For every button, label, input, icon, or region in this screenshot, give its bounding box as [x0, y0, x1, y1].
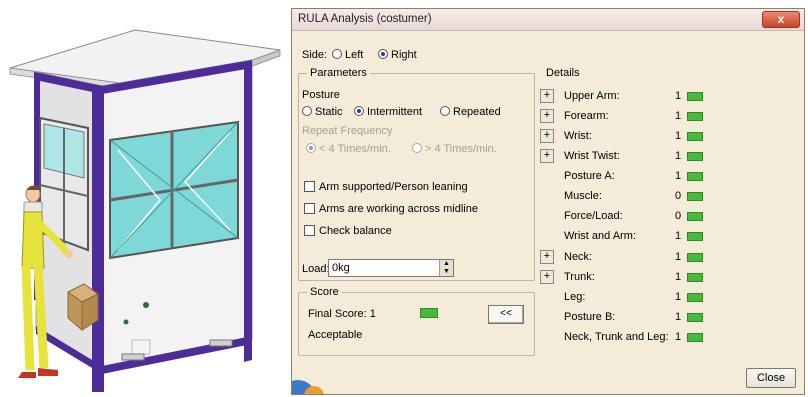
detail-value-neck-trunk-leg: 1 [675, 331, 682, 343]
checkbox-icon [304, 225, 315, 236]
radio-selected-icon [378, 49, 388, 59]
score-title: Score [307, 286, 342, 298]
parameters-group: Parameters [298, 67, 535, 281]
repeat-frequency-label: Repeat Frequency [302, 125, 393, 137]
detail-value-wrist-and-arm: 1 [675, 230, 682, 242]
detail-indicator-wrist-and-arm [687, 232, 703, 241]
check-balance-checkbox[interactable]: Check balance [304, 225, 392, 237]
collapse-details-button[interactable]: << [488, 305, 524, 324]
final-score-indicator [420, 308, 438, 318]
detail-value-wrist: 1 [675, 130, 682, 142]
detail-label-wrist: Wrist: [564, 130, 592, 142]
expand-wrist-button[interactable]: + [540, 129, 554, 143]
detail-label-neck: Neck: [564, 251, 593, 263]
posture-label: Posture [302, 89, 340, 101]
detail-indicator-muscle [687, 192, 703, 201]
detail-indicator-forearm [687, 112, 703, 121]
corner-decoration [292, 380, 324, 394]
detail-indicator-trunk [687, 273, 703, 282]
detail-label-upper-arm: Upper Arm: [564, 90, 620, 102]
side-left-radio[interactable]: Left [332, 49, 363, 61]
details-title: Details [543, 67, 583, 79]
detail-indicator-neck [687, 253, 703, 262]
score-verdict: Acceptable [308, 329, 363, 341]
dialog-title: RULA Analysis (costumer) [298, 13, 432, 25]
title-bar: RULA Analysis (costumer) x [292, 9, 804, 31]
detail-value-force-load: 0 [675, 210, 682, 222]
checkbox-icon [304, 181, 315, 192]
detail-label-force-load: Force/Load: [564, 210, 623, 222]
arm-supported-checkbox[interactable]: Arm supported/Person leaning [304, 181, 468, 193]
expand-forearm-button[interactable]: + [540, 109, 554, 123]
detail-value-posture-b: 1 [675, 311, 682, 323]
load-label: Load: [302, 263, 330, 275]
detail-indicator-upper-arm [687, 92, 703, 101]
arms-midline-checkbox[interactable]: Arms are working across midline [304, 203, 478, 215]
repeat-less-radio[interactable]: < 4 Times/min. [306, 143, 391, 155]
repeat-more-radio[interactable]: > 4 Times/min. [412, 143, 497, 155]
title-close-button[interactable]: x [762, 11, 800, 28]
detail-indicator-posture-b [687, 313, 703, 322]
detail-value-forearm: 1 [675, 110, 682, 122]
detail-label-wrist-twist: Wrist Twist: [564, 150, 620, 162]
3d-workstation-scene [9, 29, 281, 392]
detail-label-trunk: Trunk: [564, 271, 595, 283]
detail-value-trunk: 1 [675, 271, 682, 283]
score-group: Score [298, 286, 535, 356]
expand-neck-button[interactable]: + [540, 250, 554, 264]
final-score-label: Final Score: 1 [308, 308, 376, 320]
detail-indicator-wrist [687, 132, 703, 141]
knob [143, 302, 149, 308]
detail-indicator-neck-trunk-leg [687, 333, 703, 342]
posture-intermittent-radio[interactable]: Intermittent [354, 106, 422, 118]
spin-down-icon[interactable]: ▼ [440, 268, 453, 276]
side-right-radio[interactable]: Right [378, 49, 417, 61]
detail-label-posture-a: Posture A: [564, 170, 615, 182]
radio-icon [440, 106, 450, 116]
radio-icon [302, 106, 312, 116]
detail-label-neck-trunk-leg: Neck, Trunk and Leg: [564, 331, 669, 343]
detail-value-upper-arm: 1 [675, 90, 682, 102]
detail-label-forearm: Forearm: [564, 110, 609, 122]
close-button[interactable]: Close [746, 368, 796, 388]
load-spinner[interactable]: ▲ ▼ [439, 260, 453, 276]
kiosk-right-window [109, 120, 239, 260]
detail-label-leg: Leg: [564, 291, 586, 303]
detail-value-posture-a: 1 [675, 170, 682, 182]
parameters-title: Parameters [307, 67, 370, 79]
detail-indicator-force-load [687, 212, 703, 221]
detail-value-leg: 1 [675, 291, 682, 303]
posture-static-radio[interactable]: Static [302, 106, 343, 118]
detail-value-wrist-twist: 1 [675, 150, 682, 162]
posture-repeated-radio[interactable]: Repeated [440, 106, 501, 118]
detail-value-muscle: 0 [675, 190, 682, 202]
detail-indicator-posture-a [687, 172, 703, 181]
checkbox-icon [304, 203, 315, 214]
radio-icon [332, 49, 342, 59]
detail-indicator-leg [687, 293, 703, 302]
load-field[interactable] [328, 259, 454, 277]
expand-trunk-button[interactable]: + [540, 270, 554, 284]
detail-indicator-wrist-twist [687, 152, 703, 161]
detail-label-posture-b: Posture B: [564, 311, 616, 323]
radio-icon [412, 143, 422, 153]
expand-wrist-twist-button[interactable]: + [540, 149, 554, 163]
detail-label-wrist-and-arm: Wrist and Arm: [564, 230, 636, 242]
detail-value-neck: 1 [675, 251, 682, 263]
radio-selected-icon [306, 143, 316, 153]
side-label: Side: [302, 49, 328, 61]
rula-analysis-dialog: RULA Analysis (costumer) x Side: Left Ri… [291, 8, 805, 395]
radio-selected-icon [354, 106, 364, 116]
spin-up-icon[interactable]: ▲ [440, 260, 453, 268]
detail-label-muscle: Muscle: [564, 190, 602, 202]
expand-upper-arm-button[interactable]: + [540, 89, 554, 103]
